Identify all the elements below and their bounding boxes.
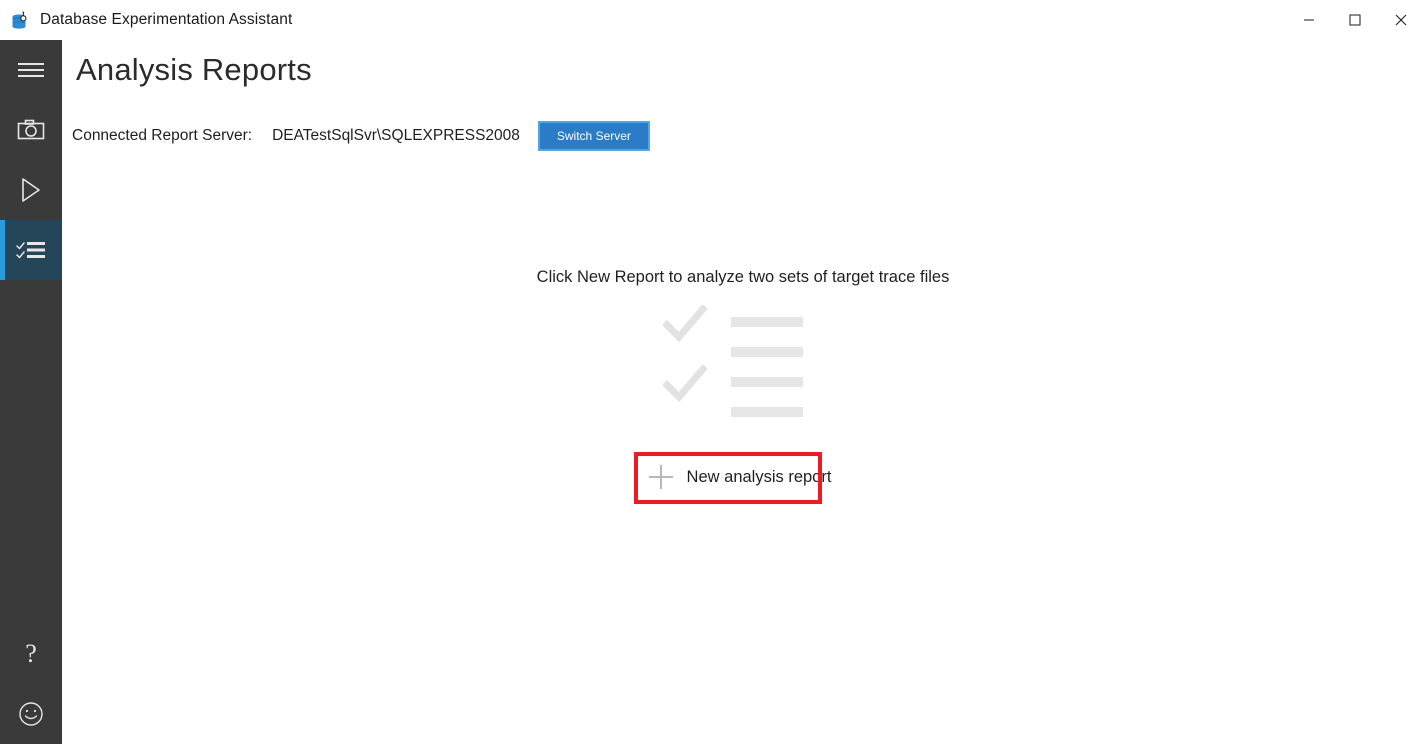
switch-server-button[interactable]: Switch Server (537, 121, 650, 151)
smiley-face-icon (19, 702, 43, 726)
maximize-button[interactable] (1332, 0, 1378, 40)
placeholder-bar (731, 377, 803, 387)
connected-server-value: DEATestSqlSvr\SQLEXPRESS2008 (272, 127, 520, 144)
camera-icon (17, 119, 45, 140)
new-analysis-report-button[interactable]: New analysis report (634, 455, 852, 499)
title-bar: Database Experimentation Assistant (0, 0, 1424, 40)
window-title: Database Experimentation Assistant (40, 11, 293, 28)
sidebar-item-analysis-reports[interactable] (0, 220, 62, 280)
hamburger-menu-icon (18, 63, 44, 77)
sidebar-bottom-group: ? (0, 624, 62, 744)
plus-icon (648, 465, 673, 489)
window-controls (1286, 0, 1424, 40)
sidebar-item-help[interactable]: ? (0, 624, 62, 684)
question-mark-icon: ? (25, 639, 37, 668)
play-icon (22, 178, 40, 202)
checkmark-icon (663, 365, 707, 403)
database-flask-icon (10, 9, 32, 31)
main-content: Analysis Reports Connected Report Server… (62, 40, 1424, 744)
checkmark-icon (663, 305, 707, 343)
connected-server-row: Connected Report Server: DEATestSqlSvr\S… (72, 118, 650, 154)
empty-state-hint: Click New Report to analyze two sets of … (536, 268, 950, 286)
new-analysis-report-label: New analysis report (686, 467, 832, 486)
close-button[interactable] (1378, 0, 1424, 40)
close-icon (1395, 14, 1407, 26)
connected-server-label: Connected Report Server: (72, 127, 253, 144)
sidebar-item-feedback[interactable] (0, 684, 62, 744)
minimize-button[interactable] (1286, 0, 1332, 40)
sidebar-item-capture[interactable] (0, 100, 62, 160)
placeholder-bar (731, 407, 803, 417)
sidebar-navigation: ? (0, 40, 62, 744)
maximize-icon (1349, 14, 1361, 26)
application-window: Database Experimentation Assistant ? Ana… (0, 0, 1424, 744)
minimize-icon (1304, 19, 1314, 21)
empty-state: Click New Report to analyze two sets of … (62, 268, 1424, 504)
checklist-placeholder-art (663, 305, 823, 421)
placeholder-bar (731, 347, 803, 357)
placeholder-bar (731, 317, 803, 327)
checklist-icon (16, 242, 45, 259)
page-title: Analysis Reports (76, 52, 312, 87)
new-analysis-report-area: New analysis report (633, 452, 852, 504)
sidebar-item-replay[interactable] (0, 160, 62, 220)
sidebar-item-menu[interactable] (0, 40, 62, 100)
